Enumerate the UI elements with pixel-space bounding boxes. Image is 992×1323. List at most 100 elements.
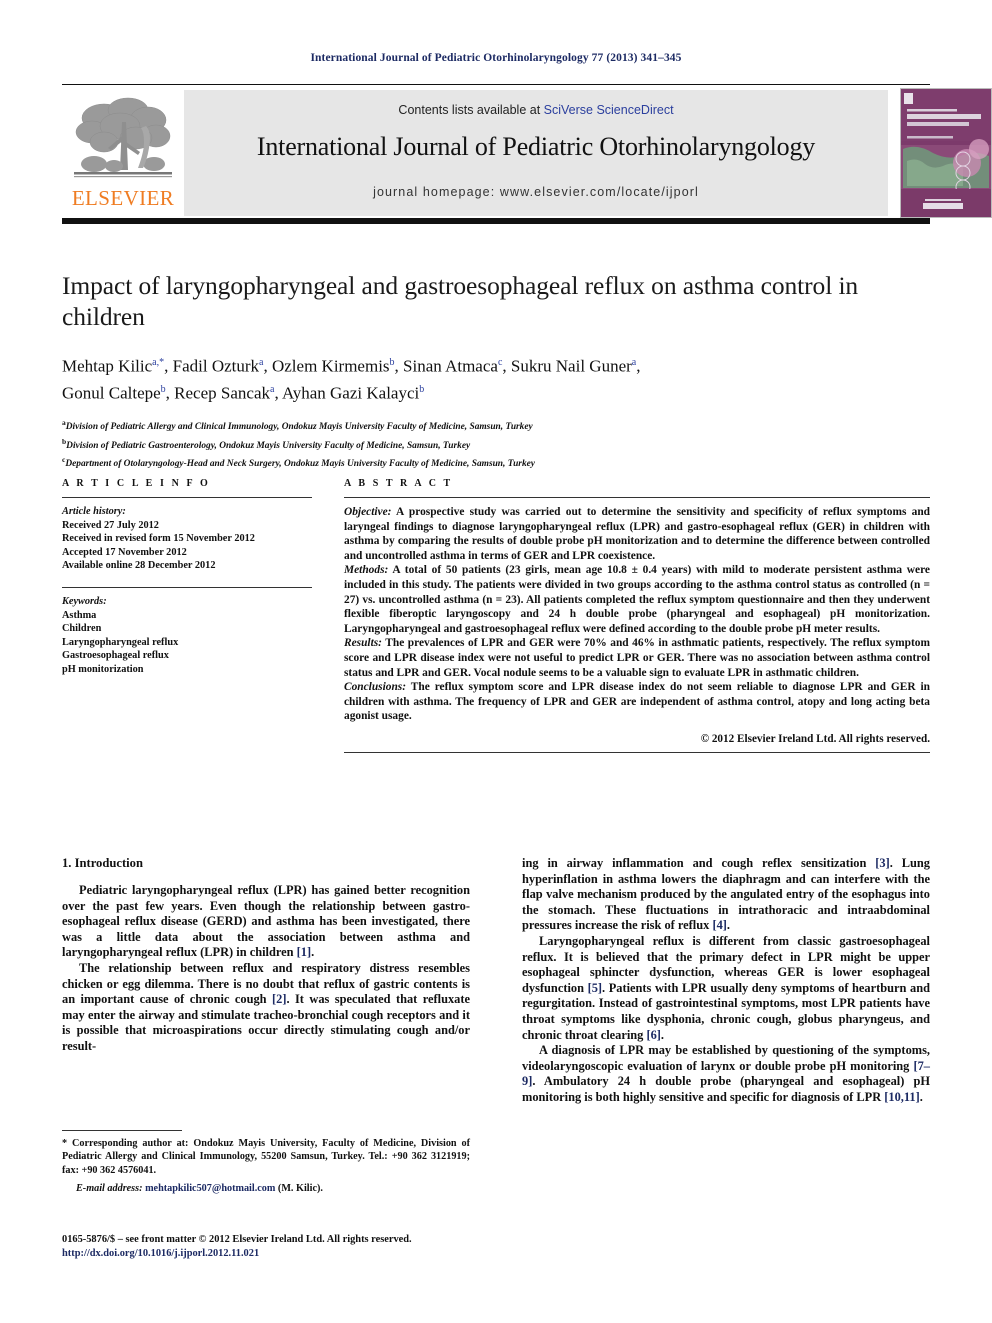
journal-name: International Journal of Pediatric Otorh…: [256, 132, 816, 161]
article-info-heading: A R T I C L E I N F O: [62, 478, 211, 489]
keyword-item: Gastroesophageal reflux: [62, 650, 169, 662]
abstract-text: Objective: A prospective study was carri…: [344, 505, 930, 724]
paragraph-text: A diagnosis of LPR may be established by…: [522, 1043, 930, 1073]
article-history-label: Article history:: [62, 506, 126, 517]
abstract-conclusions-text: The reflux symptom score and LPR disease…: [344, 681, 930, 723]
body-paragraph: A diagnosis of LPR may be established by…: [522, 1043, 930, 1105]
author-list: Mehtap Kilica,*, Fadil Ozturka, Ozlem Ki…: [62, 351, 930, 404]
body-column-right: ing in airway inflammation and cough ref…: [522, 856, 930, 1106]
abstract-methods-label: Methods:: [344, 564, 389, 577]
affiliation-key-c: c: [62, 454, 66, 464]
keyword-item: Laryngopharyngeal reflux: [62, 636, 179, 648]
affiliation-marker: c: [497, 357, 503, 368]
affiliation-key-b: b: [62, 436, 67, 446]
email-note: E-mail address: mehtapkilic507@hotmail.c…: [62, 1182, 470, 1195]
keyword-item: Children: [62, 623, 102, 635]
sciencedirect-link[interactable]: SciVerse ScienceDirect: [544, 103, 674, 117]
paragraph-text: Pediatric laryngopharyngeal reflux (LPR)…: [62, 883, 470, 960]
affiliation-b: bDivision of Pediatric Gastroenterology,…: [62, 436, 471, 451]
title-block: Impact of laryngopharyngeal and gastroes…: [62, 270, 930, 471]
abstract-rule: [344, 497, 930, 498]
journal-cover-thumbnail: [900, 88, 992, 218]
contents-lists-line: Contents lists available at SciVerse Sci…: [184, 103, 888, 117]
citation-ref-2[interactable]: [2]: [272, 992, 286, 1006]
elsevier-tree-icon: [70, 92, 176, 186]
abstract-methods: Methods: A total of 50 patients (23 girl…: [344, 563, 930, 636]
email-link[interactable]: mehtapkilic507@hotmail.com: [145, 1183, 275, 1194]
footnote-rule: [62, 1130, 182, 1131]
paragraph-text-tail: .: [726, 918, 730, 933]
journal-title-band: Contents lists available at SciVerse Sci…: [184, 90, 888, 216]
keywords-rule: [62, 586, 312, 588]
affiliation-c: cDepartment of Otolaryngology-Head and N…: [62, 454, 535, 470]
affiliation-marker: b: [389, 357, 395, 368]
citation-ref-1[interactable]: [1]: [297, 945, 311, 959]
author-line-2: Gonul Caltepeb, Recep Sancaka, Ayhan Gaz…: [62, 383, 425, 403]
keywords-block: Keywords: Asthma Children Laryngopharyng…: [62, 595, 312, 677]
author-line-1: Mehtap Kilica,*, Fadil Ozturka, Ozlem Ki…: [62, 356, 641, 376]
body-paragraph: Pediatric laryngopharyngeal reflux (LPR)…: [62, 883, 470, 961]
email-suffix: (M. Kilic).: [275, 1183, 323, 1195]
abstract-bottom-rule: [344, 751, 930, 753]
front-matter-block: 0165-5876/$ – see front matter © 2012 El…: [62, 1233, 492, 1261]
history-item: Accepted 17 November 2012: [62, 546, 187, 558]
abstract-column: A B S T R A C T Objective: A prospective…: [344, 478, 930, 753]
running-head: International Journal of Pediatric Otorh…: [310, 52, 682, 64]
article-info-rule: [62, 497, 312, 498]
article-info-column: A R T I C L E I N F O Article history: R…: [62, 478, 312, 677]
journal-masthead: ELSEVIER Contents lists available at Sci…: [62, 84, 992, 224]
history-item: Available online 28 December 2012: [62, 560, 216, 572]
paragraph-text-tail: .: [919, 1089, 923, 1104]
doi-link[interactable]: http://dx.doi.org/10.1016/j.ijporl.2012.…: [62, 1247, 492, 1261]
front-matter-line: 0165-5876/$ – see front matter © 2012 El…: [62, 1234, 412, 1245]
affiliation-a: aDivision of Pediatric Allergy and Clini…: [62, 418, 533, 433]
keywords-label: Keywords:: [62, 595, 107, 607]
footnote-block: * Corresponding author at: Ondokuz Mayis…: [62, 1130, 470, 1196]
citation-ref-10-11[interactable]: [10,11]: [884, 1090, 919, 1104]
abstract-methods-text: A total of 50 patients (23 girls, mean a…: [344, 564, 930, 635]
article-title: Impact of laryngopharyngeal and gastroes…: [62, 271, 859, 331]
body-paragraph: The relationship between reflux and resp…: [62, 961, 470, 1055]
masthead-top-rule: [62, 84, 930, 86]
abstract-conclusions-label: Conclusions:: [344, 681, 407, 694]
citation-ref-3[interactable]: [3]: [875, 856, 889, 870]
abstract-results: Results: The prevalences of LPR and GER …: [344, 636, 930, 680]
affiliation-marker: a: [631, 357, 637, 368]
corresponding-author-note: * Corresponding author at: Ondokuz Mayis…: [62, 1137, 470, 1177]
history-item: Received in revised form 15 November 201…: [62, 533, 255, 545]
citation-ref-4[interactable]: [4]: [712, 918, 726, 932]
section-title-introduction: 1. Introduction: [62, 856, 143, 870]
elsevier-wordmark: ELSEVIER: [71, 186, 175, 210]
affiliation-marker: a: [270, 383, 275, 395]
body-paragraph: ing in airway inflammation and cough ref…: [522, 856, 930, 934]
masthead-bottom-rule: [62, 218, 930, 224]
abstract-results-text: The prevalences of LPR and GER were 70% …: [344, 637, 930, 679]
affiliation-marker: b: [419, 383, 425, 395]
elsevier-logo: ELSEVIER: [64, 90, 182, 216]
citation-ref-5[interactable]: [5]: [588, 981, 602, 995]
abstract-heading: A B S T R A C T: [344, 478, 453, 489]
article-history-block: Article history: Received 27 July 2012 R…: [62, 505, 312, 573]
affiliation-key-a: a: [62, 418, 66, 428]
affiliation-marker: a,*: [152, 357, 165, 368]
abstract-objective: Objective: A prospective study was carri…: [344, 505, 930, 563]
abstract-conclusions: Conclusions: The reflux symptom score an…: [344, 680, 930, 724]
affiliation-marker: a: [259, 357, 264, 368]
body-paragraph: Laryngopharyngeal reflux is different fr…: [522, 934, 930, 1043]
body-columns: 1. Introduction Pediatric laryngopharyng…: [62, 856, 930, 1256]
body-column-left: 1. Introduction Pediatric laryngopharyng…: [62, 856, 470, 1055]
affiliation-list: aDivision of Pediatric Allergy and Clini…: [62, 416, 930, 471]
paragraph-text-mid: . Ambulatory 24 h double probe (pharynge…: [522, 1074, 930, 1104]
abstract-objective-label: Objective:: [344, 506, 392, 518]
journal-homepage-link[interactable]: journal homepage: www.elsevier.com/locat…: [184, 185, 888, 199]
contents-prefix: Contents lists available at: [398, 103, 544, 117]
history-item: Received 27 July 2012: [62, 519, 159, 531]
keyword-item: Asthma: [62, 609, 97, 621]
abstract-results-label: Results:: [344, 637, 382, 650]
corresponding-author-text: Corresponding author at: Ondokuz Mayis U…: [62, 1138, 470, 1176]
citation-ref-6[interactable]: [6]: [646, 1028, 660, 1042]
email-label: E-mail address:: [76, 1183, 143, 1195]
affiliation-marker: b: [160, 383, 166, 395]
keyword-item: pH monitorization: [62, 663, 144, 675]
journal-article-page: International Journal of Pediatric Otorh…: [0, 0, 992, 1323]
